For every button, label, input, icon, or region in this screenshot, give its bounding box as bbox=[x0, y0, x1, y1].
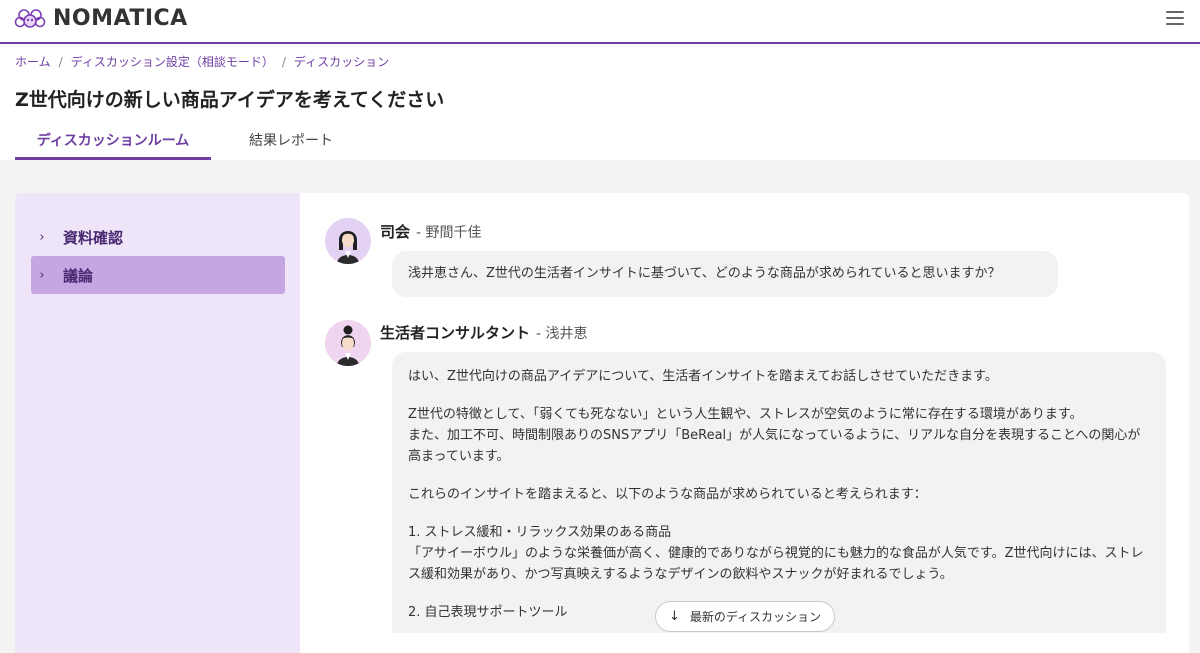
chevron-right-icon: › bbox=[39, 229, 45, 245]
speaker-role: 生活者コンサルタント bbox=[380, 324, 531, 342]
speaker-label: 生活者コンサルタント - 浅井恵 bbox=[380, 322, 588, 343]
avatar bbox=[325, 320, 371, 366]
logo-icon bbox=[14, 9, 46, 28]
top-bar: NOMATICA bbox=[0, 0, 1200, 44]
discussion-panel: › 資料確認 › 議論 司会 - 野間千佳 浅井恵さん、Z世代の生活者インサイトに… bbox=[15, 193, 1189, 653]
tab-discussion-room[interactable]: ディスカッションルーム bbox=[15, 126, 211, 160]
sidebar: › 資料確認 › 議論 bbox=[15, 193, 300, 653]
page-title: Z世代向けの新しい商品アイデアを考えてください bbox=[15, 89, 445, 111]
logo[interactable]: NOMATICA bbox=[14, 7, 188, 31]
breadcrumb-separator: / bbox=[58, 54, 63, 69]
chat-area[interactable]: 司会 - 野間千佳 浅井恵さん、Z世代の生活者インサイトに基づいて、どのような商品… bbox=[300, 193, 1189, 633]
sidebar-item-discussion[interactable]: › 議論 bbox=[31, 256, 285, 294]
speaker-name: - 浅井恵 bbox=[536, 326, 588, 342]
sidebar-item-label: 資料確認 bbox=[63, 228, 124, 247]
message-paragraph: はい、Z世代向けの商品アイデアについて、生活者インサイトを踏まえてお話しさせてい… bbox=[408, 369, 998, 384]
arrow-down-icon: ↓ bbox=[668, 609, 680, 624]
speaker-label: 司会 - 野間千佳 bbox=[380, 221, 482, 242]
tab-bar: ディスカッションルーム 結果レポート bbox=[15, 126, 371, 160]
sidebar-item-label: 議論 bbox=[63, 266, 94, 285]
breadcrumb: ホーム / ディスカッション設定（相談モード） / ディスカッション bbox=[15, 53, 389, 70]
breadcrumb-home[interactable]: ホーム bbox=[15, 53, 51, 70]
message-bubble: はい、Z世代向けの商品アイデアについて、生活者インサイトを踏まえてお話しさせてい… bbox=[392, 352, 1166, 633]
chevron-right-icon: › bbox=[39, 267, 45, 283]
hamburger-menu-icon[interactable] bbox=[1166, 11, 1184, 27]
logo-text: NOMATICA bbox=[53, 6, 188, 31]
latest-discussion-button[interactable]: ↓ 最新のディスカッション bbox=[655, 601, 835, 632]
message-paragraph: これらのインサイトを踏まえると、以下のような商品が求められていると考えられます： bbox=[408, 487, 927, 502]
breadcrumb-separator: / bbox=[281, 54, 286, 69]
sidebar-item-document-review[interactable]: › 資料確認 bbox=[31, 218, 285, 256]
breadcrumb-discussion-settings[interactable]: ディスカッション設定（相談モード） bbox=[71, 53, 274, 70]
message-paragraph: 1. ストレス緩和・リラックス効果のある商品 「アサイーボウル」のような栄養価が… bbox=[408, 525, 1144, 582]
breadcrumb-discussion[interactable]: ディスカッション bbox=[294, 53, 389, 70]
message-bubble: 浅井恵さん、Z世代の生活者インサイトに基づいて、どのような商品が求められていると… bbox=[392, 251, 1058, 297]
speaker-role: 司会 bbox=[380, 223, 411, 241]
moderator-avatar-icon bbox=[325, 218, 371, 264]
message-text: 浅井恵さん、Z世代の生活者インサイトに基づいて、どのような商品が求められていると… bbox=[408, 266, 1001, 281]
message-paragraph: Z世代の特徴として、「弱くても死なない」という人生観や、ストレスが空気のように常… bbox=[408, 407, 1141, 464]
latest-discussion-label: 最新のディスカッション bbox=[689, 610, 822, 624]
tab-result-report[interactable]: 結果レポート bbox=[211, 126, 371, 160]
speaker-name: - 野間千佳 bbox=[416, 225, 482, 241]
avatar bbox=[325, 218, 371, 264]
consultant-avatar-icon bbox=[325, 320, 371, 366]
